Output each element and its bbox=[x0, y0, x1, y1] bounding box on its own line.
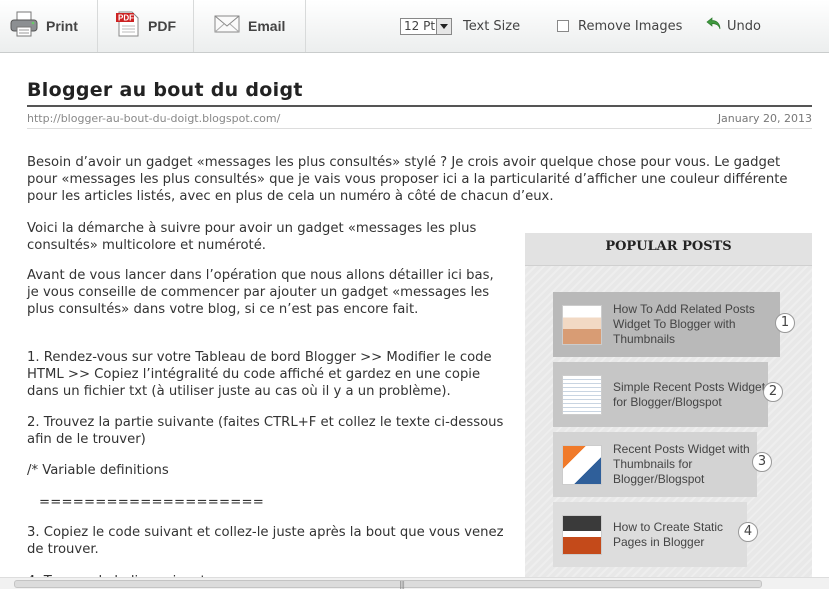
paragraph-5: 3. Copiez le code suivant et collez-le j… bbox=[27, 525, 504, 557]
popular-post-item-4[interactable]: How to Create Static Pages in Blogger 4 bbox=[553, 502, 758, 567]
code-line-2: ==================== bbox=[39, 495, 264, 510]
print-toolbar: Print PDF PDF Email 12 Pt Text Size Remo… bbox=[0, 0, 829, 53]
meta-divider bbox=[27, 128, 812, 129]
pdf-button[interactable]: PDF PDF bbox=[98, 0, 194, 52]
pdf-icon: PDF bbox=[116, 11, 140, 41]
intro-paragraph: Besoin d’avoir un gadget «messages les p… bbox=[27, 155, 788, 204]
post-thumbnail bbox=[562, 444, 602, 485]
email-label: Email bbox=[248, 18, 286, 34]
paragraph-2: Avant de vous lancer dans l’opération qu… bbox=[27, 268, 494, 317]
remove-images-control: Remove Images bbox=[557, 0, 682, 52]
paragraph-4: 2. Trouvez la partie suivante (faites CT… bbox=[27, 415, 504, 447]
popular-post-title: How To Add Related Posts Widget To Blogg… bbox=[613, 302, 755, 346]
popular-posts-widget: POPULAR POSTS How To Add Related Posts W… bbox=[525, 233, 812, 588]
chevron-down-icon bbox=[436, 18, 451, 34]
popular-post-item-1[interactable]: How To Add Related Posts Widget To Blogg… bbox=[553, 292, 795, 357]
print-label: Print bbox=[46, 18, 78, 34]
text-size-control: 12 Pt Text Size bbox=[400, 0, 520, 52]
popular-post-item-3[interactable]: Recent Posts Widget with Thumbnails for … bbox=[553, 432, 772, 497]
post-thumbnail bbox=[562, 514, 602, 555]
source-url: http://blogger-au-bout-du-doigt.blogspot… bbox=[27, 112, 281, 125]
popular-post-number: 2 bbox=[763, 382, 783, 402]
text-size-value: 12 Pt bbox=[404, 19, 436, 33]
post-thumbnail bbox=[562, 304, 602, 345]
remove-images-checkbox[interactable] bbox=[557, 20, 569, 32]
undo-arrow-icon bbox=[706, 17, 722, 35]
popular-posts-title: POPULAR POSTS bbox=[525, 233, 812, 266]
article-page: Blogger au bout du doigt http://blogger-… bbox=[0, 53, 829, 588]
remove-images-label[interactable]: Remove Images bbox=[578, 19, 682, 34]
text-size-label: Text Size bbox=[463, 18, 521, 34]
scrollbar-thumb[interactable]: ||| bbox=[14, 580, 762, 589]
undo-button[interactable]: Undo bbox=[706, 0, 761, 52]
popular-post-number: 4 bbox=[738, 522, 758, 542]
undo-label: Undo bbox=[727, 18, 761, 34]
popular-post-number: 3 bbox=[752, 452, 772, 472]
paragraph-3: 1. Rendez-vous sur votre Tableau de bord… bbox=[27, 350, 492, 399]
email-button[interactable]: Email bbox=[194, 0, 306, 52]
text-size-select[interactable]: 12 Pt bbox=[400, 17, 452, 35]
popular-post-item-2[interactable]: Simple Recent Posts Widget for Blogger/B… bbox=[553, 362, 783, 427]
printer-icon bbox=[10, 11, 38, 41]
popular-post-number: 1 bbox=[775, 313, 795, 333]
horizontal-scrollbar[interactable]: ||| bbox=[0, 577, 829, 589]
svg-text:PDF: PDF bbox=[118, 14, 134, 23]
pdf-label: PDF bbox=[148, 18, 176, 34]
post-thumbnail bbox=[562, 374, 602, 415]
popular-post-title: Recent Posts Widget with Thumbnails for … bbox=[613, 442, 750, 486]
page-title: Blogger au bout du doigt bbox=[27, 79, 303, 101]
popular-post-title: Simple Recent Posts Widget for Blogger/B… bbox=[613, 379, 766, 409]
code-line-1: /* Variable definitions bbox=[27, 463, 169, 478]
print-button[interactable]: Print bbox=[0, 0, 98, 52]
envelope-icon bbox=[214, 14, 240, 38]
post-date: January 20, 2013 bbox=[717, 112, 812, 125]
title-divider bbox=[27, 105, 812, 107]
popular-post-title: How to Create Static Pages in Blogger bbox=[613, 519, 724, 549]
paragraph-1: Voici la démarche à suivre pour avoir un… bbox=[27, 221, 477, 253]
